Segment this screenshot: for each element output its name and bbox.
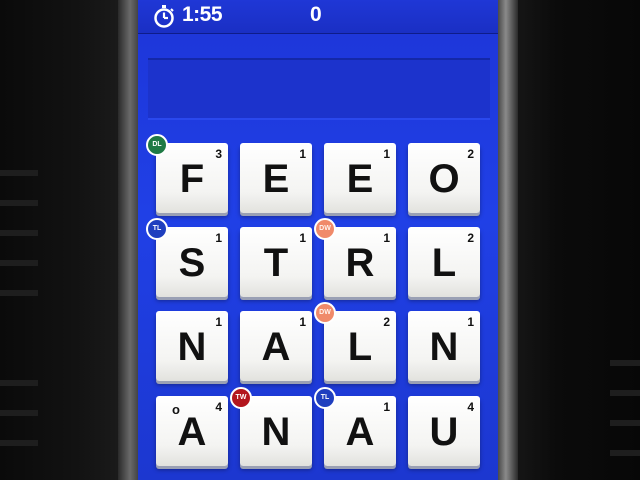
tile-points: 1 xyxy=(383,147,390,161)
letter-tile[interactable]: L2 xyxy=(324,311,396,381)
letter-tile[interactable]: N1 xyxy=(408,311,480,381)
bonus-badge-dw: DW xyxy=(314,302,336,324)
letter-tile[interactable]: O2 xyxy=(408,143,480,213)
tile-points: 1 xyxy=(383,400,390,414)
tile-letter: N xyxy=(261,410,291,454)
letter-tile[interactable]: N1 xyxy=(156,311,228,381)
tile-letter: U xyxy=(429,410,459,454)
background-stripe xyxy=(0,410,38,416)
background-stripe xyxy=(0,230,38,236)
tile-ring-mark: o xyxy=(172,402,180,417)
bonus-badge-tw: TW xyxy=(230,387,252,409)
tile-points: 1 xyxy=(299,315,306,329)
bonus-badge-tl: TL xyxy=(146,218,168,240)
letter-tile[interactable]: N xyxy=(240,396,312,466)
tile-points: 1 xyxy=(215,231,222,245)
tile-letter: A xyxy=(345,410,375,454)
background-stripe xyxy=(0,440,38,446)
background-stripe xyxy=(610,390,640,396)
tile-letter: N xyxy=(177,325,207,369)
letter-tile[interactable]: E1 xyxy=(240,143,312,213)
tile-points: 3 xyxy=(215,147,222,161)
background-right xyxy=(500,0,640,480)
tile-letter: E xyxy=(262,157,290,201)
tile-points: 1 xyxy=(383,231,390,245)
letter-tile[interactable]: A4 o xyxy=(156,396,228,466)
bonus-badge-tl: TL xyxy=(314,387,336,409)
tile-letter: L xyxy=(431,241,457,285)
tile-points: 2 xyxy=(383,315,390,329)
tile-letter: E xyxy=(346,157,374,201)
tile-letter: L xyxy=(347,325,373,369)
tile-letter: F xyxy=(179,157,205,201)
tile-letter: O xyxy=(428,157,460,201)
letter-tile[interactable]: S1 xyxy=(156,227,228,297)
letter-tile[interactable]: A1 xyxy=(324,396,396,466)
background-stripe xyxy=(610,360,640,366)
background-left xyxy=(0,0,128,480)
tile-points: 4 xyxy=(215,400,222,414)
tile-points: 1 xyxy=(299,147,306,161)
tile-points: 1 xyxy=(467,315,474,329)
tile-letter: A xyxy=(177,410,207,454)
letter-tile[interactable]: A1 xyxy=(240,311,312,381)
background-stripe xyxy=(610,420,640,426)
tile-letter: S xyxy=(178,241,206,285)
tile-letter: R xyxy=(345,241,375,285)
letter-board: F 3 E 1 E 1 O 2 S 1 T 1 R 1 L 2 N 1 A 1 L 2 N 1 A 4 o N A 1 U 4 DL TL DW DW… xyxy=(138,0,498,480)
tile-points: 1 xyxy=(299,231,306,245)
background-stripe xyxy=(610,450,640,456)
tile-letter: A xyxy=(261,325,291,369)
letter-tile[interactable]: T1 xyxy=(240,227,312,297)
bonus-badge-dl: DL xyxy=(146,134,168,156)
letter-tile[interactable]: E1 xyxy=(324,143,396,213)
background-stripe xyxy=(0,290,38,296)
tile-points: 2 xyxy=(467,147,474,161)
letter-tile[interactable]: L2 xyxy=(408,227,480,297)
background-stripe xyxy=(0,380,38,386)
phone-bezel-left xyxy=(118,0,140,480)
background-stripe xyxy=(0,170,38,176)
letter-tile[interactable]: F3 xyxy=(156,143,228,213)
tile-points: 1 xyxy=(215,315,222,329)
letter-tile[interactable]: R1 xyxy=(324,227,396,297)
background-stripe xyxy=(0,200,38,206)
tile-letter: N xyxy=(429,325,459,369)
phone-bezel-right xyxy=(496,0,518,480)
tile-points: 4 xyxy=(467,400,474,414)
tile-points: 2 xyxy=(467,231,474,245)
tile-letter: T xyxy=(263,241,289,285)
letter-tile[interactable]: U4 xyxy=(408,396,480,466)
bonus-badge-dw: DW xyxy=(314,218,336,240)
game-screen: 1:55 0 F3E1E1O2S1T1R1L2N1A1L2N1A4oNA1U4D… xyxy=(138,0,498,480)
background-stripe xyxy=(0,260,38,266)
